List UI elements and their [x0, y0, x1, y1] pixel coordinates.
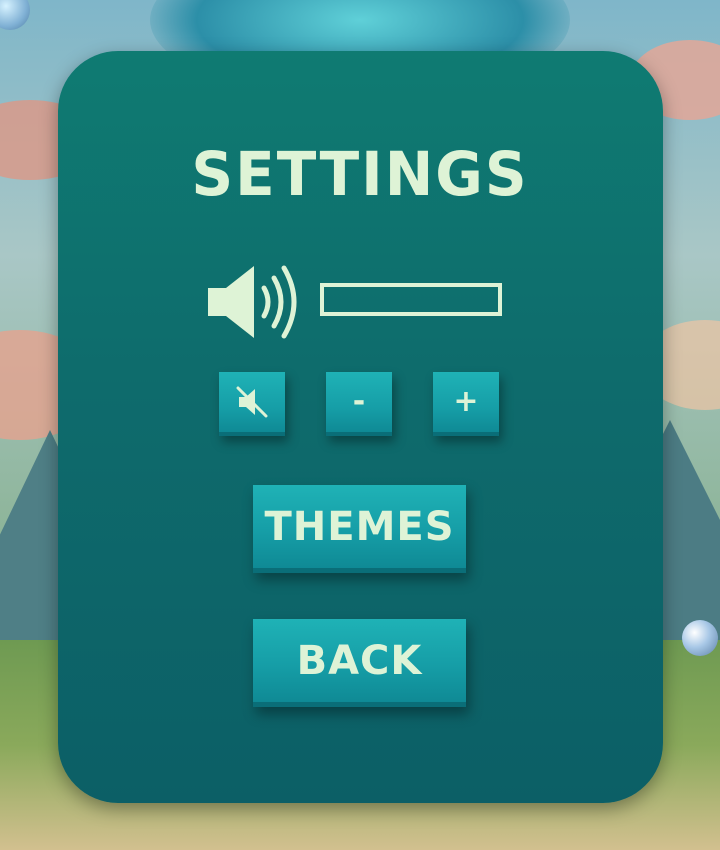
volume-up-button[interactable]: +: [433, 372, 499, 436]
plus-label: +: [453, 384, 479, 419]
floating-orb: [0, 0, 30, 30]
floating-orb: [682, 620, 718, 656]
speaker-muted-icon: [236, 386, 268, 418]
volume-bar[interactable]: [320, 283, 502, 316]
minus-label: -: [352, 384, 366, 419]
back-button[interactable]: BACK: [253, 619, 466, 707]
back-button-label: BACK: [296, 637, 423, 684]
themes-button-label: THEMES: [264, 503, 455, 550]
mute-button[interactable]: [219, 372, 285, 436]
speaker-icon: [208, 265, 297, 339]
settings-title: SETTINGS: [191, 138, 529, 210]
volume-down-button[interactable]: -: [326, 372, 392, 436]
themes-button[interactable]: THEMES: [253, 485, 466, 573]
